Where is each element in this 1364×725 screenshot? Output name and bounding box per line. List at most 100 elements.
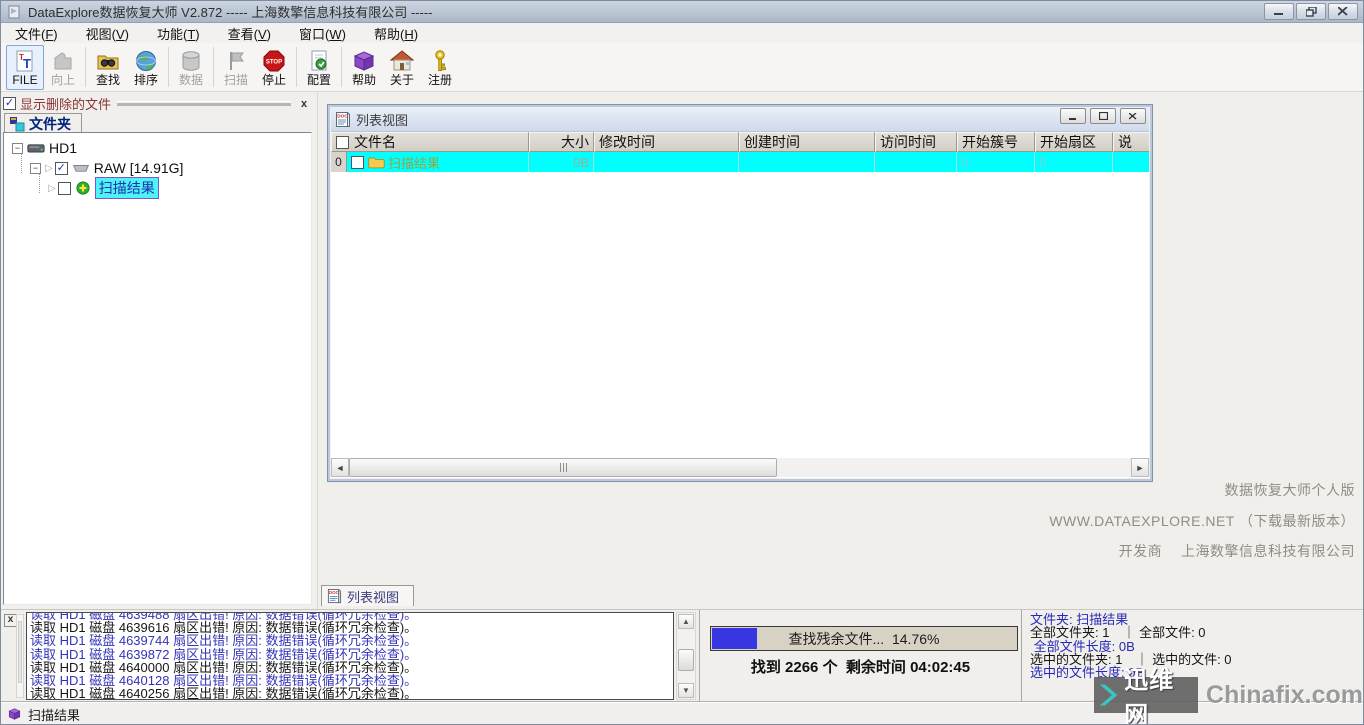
scan-flag-icon	[224, 49, 248, 73]
folders-tab-icon	[9, 116, 25, 132]
log-vertical-scrollbar[interactable]: ▲ ▼	[676, 612, 696, 700]
log-entry: 读取 HD1 磁盘 4640256 扇区出错! 原因: 数据错误(循环冗余检查)…	[27, 687, 673, 700]
log-entry: 读取 HD1 磁盘 4639744 扇区出错! 原因: 数据错误(循环冗余检查)…	[27, 634, 673, 647]
column-start-cluster[interactable]: 开始簇号	[957, 132, 1035, 152]
scrollbar-thumb[interactable]	[349, 458, 777, 477]
table-row[interactable]: 0 ✓ 扫描结果 0B 0 0	[331, 152, 1149, 172]
tree-item-raw[interactable]: − ▷ ✓ RAW [14.91G]	[30, 158, 183, 178]
about-button[interactable]: 关于	[383, 45, 421, 90]
column-created[interactable]: 创建时间	[739, 132, 875, 152]
column-filename[interactable]: ✓文件名	[331, 132, 529, 152]
menu-view[interactable]: 视图(V)	[76, 22, 143, 45]
row-note	[1113, 152, 1149, 172]
promo-developer: 开发商 上海数擎信息科技有限公司	[1119, 541, 1355, 561]
help-button[interactable]: 帮助	[345, 45, 383, 90]
row-size: 0B	[529, 152, 594, 172]
menu-window[interactable]: 窗口(W)	[289, 22, 360, 45]
window-title: DataExplore数据恢复大师 V2.872 ----- 上海数擎信息科技有…	[28, 2, 432, 21]
log-left-scrollbar[interactable]	[16, 614, 24, 698]
column-size[interactable]: 大小	[529, 132, 594, 152]
progress-bar: 查找残余文件... 14.76%	[710, 626, 1018, 651]
column-accessed[interactable]: 访问时间	[875, 132, 957, 152]
svg-text:DOC: DOC	[329, 590, 339, 595]
horizontal-scrollbar[interactable]: ◄ ►	[331, 458, 1149, 477]
toolbar-separator	[168, 47, 169, 87]
show-deleted-checkbox[interactable]: ✓	[3, 97, 16, 110]
collapse-icon[interactable]: −	[12, 143, 23, 154]
list-view-window: DOC 列表视图 ✓文件名 大小 修改时间 创建时间 访问时间 开始簇号 开始扇…	[327, 104, 1153, 482]
partition-icon	[72, 161, 90, 175]
search-icon	[96, 49, 120, 73]
file-button[interactable]: TT FILE	[6, 45, 44, 90]
svg-text:T: T	[23, 56, 31, 71]
book-icon	[7, 707, 22, 721]
child-close-button[interactable]	[1120, 108, 1146, 124]
mdi-area: DOC 列表视图 ✓文件名 大小 修改时间 创建时间 访问时间 开始簇号 开始扇…	[317, 92, 1364, 609]
select-all-checkbox[interactable]: ✓	[336, 136, 349, 149]
show-deleted-label: 显示删除的文件	[20, 94, 111, 113]
list-header-row: ✓文件名 大小 修改时间 创建时间 访问时间 开始簇号 开始扇区 说	[331, 132, 1149, 152]
column-start-sector[interactable]: 开始扇区	[1035, 132, 1113, 152]
scroll-left-icon[interactable]: ◄	[331, 458, 349, 477]
close-button[interactable]	[1328, 3, 1358, 20]
config-button[interactable]: 配置	[300, 45, 338, 90]
folder-panel: ✓ 显示删除的文件 x 文件夹 − HD1 − ▷ ✓ RAW [14.91G]	[1, 92, 315, 609]
column-modified[interactable]: 修改时间	[594, 132, 739, 152]
sort-button[interactable]: 排序	[127, 45, 165, 90]
titlebar: DataExplore数据恢复大师 V2.872 ----- 上海数擎信息科技有…	[1, 1, 1363, 23]
tab-list-view[interactable]: DOC 列表视图	[321, 585, 414, 606]
list-view-titlebar[interactable]: DOC 列表视图	[331, 108, 1149, 132]
menu-lookup[interactable]: 查看(V)	[218, 22, 285, 45]
scroll-down-icon[interactable]: ▼	[678, 683, 694, 698]
scroll-right-icon[interactable]: ►	[1131, 458, 1149, 477]
row-modified	[594, 152, 739, 172]
tab-folders[interactable]: 文件夹	[4, 113, 82, 133]
data-icon	[179, 49, 203, 73]
watermark-box: 迅维网	[1094, 677, 1198, 713]
minimize-button[interactable]	[1264, 3, 1294, 20]
harddisk-icon	[27, 141, 45, 155]
panel-close-icon[interactable]: x	[297, 97, 311, 111]
stat-line: 选中的文件夹: 1 ｜ 选中的文件: 0	[1030, 653, 1364, 666]
data-button: 数据	[172, 45, 210, 90]
menu-function[interactable]: 功能(T)	[147, 22, 214, 45]
scan-result-icon	[75, 181, 91, 195]
row-cluster: 0	[957, 152, 1035, 172]
search-button[interactable]: 查找	[89, 45, 127, 90]
config-icon	[307, 49, 331, 73]
restore-button[interactable]	[1296, 3, 1326, 20]
register-button[interactable]: 注册	[421, 45, 459, 90]
stat-line: 文件夹: 扫描结果	[1030, 613, 1364, 626]
row-checkbox[interactable]: ✓	[351, 156, 364, 169]
list-view-title: 列表视图	[356, 110, 408, 129]
tree-item-scan-result[interactable]: ▷ ✓ 扫描结果	[48, 178, 159, 198]
menubar: 文件(F) 视图(V) 功能(T) 查看(V) 窗口(W) 帮助(H)	[1, 23, 1363, 43]
log-list[interactable]: 读取 HD1 磁盘 4639488 扇区出错! 原因: 数据错误(循环冗余检查)…	[26, 612, 674, 700]
svg-text:DOC: DOC	[337, 113, 348, 118]
child-maximize-button[interactable]	[1090, 108, 1116, 124]
svg-text:STOP: STOP	[266, 59, 282, 65]
progress-status: 找到 2266 个 剩余时间 04:02:45	[700, 656, 1021, 677]
menu-file[interactable]: 文件(F)	[5, 22, 72, 45]
scan-checkbox[interactable]: ✓	[58, 182, 71, 195]
raw-checkbox[interactable]: ✓	[55, 162, 68, 175]
scroll-up-icon[interactable]: ▲	[678, 614, 694, 629]
progress-section: 查找残余文件... 14.76% 找到 2266 个 剩余时间 04:02:45	[699, 610, 1021, 702]
help-book-icon	[352, 49, 376, 73]
panel-grabber[interactable]	[117, 101, 291, 106]
chevron-right-icon: ▷	[48, 183, 56, 194]
statusbar-text: 扫描结果	[28, 705, 80, 724]
collapse-icon[interactable]: −	[30, 163, 41, 174]
stop-button[interactable]: STOP 停止	[255, 45, 293, 90]
menu-help[interactable]: 帮助(H)	[364, 22, 432, 45]
row-name: 扫描结果	[388, 153, 440, 172]
up-button: 向上	[44, 45, 82, 90]
column-note[interactable]: 说	[1113, 132, 1149, 152]
child-minimize-button[interactable]	[1060, 108, 1086, 124]
promo-edition: 数据恢复大师个人版	[1225, 480, 1356, 500]
folder-tree[interactable]: − HD1 − ▷ ✓ RAW [14.91G] ▷ ✓ 扫描结果	[3, 132, 312, 605]
tree-item-hd1[interactable]: − HD1	[12, 138, 77, 158]
register-key-icon	[428, 49, 452, 73]
promo-website: WWW.DATAEXPLORE.NET （下载最新版本）	[1049, 511, 1355, 531]
scrollbar-thumb[interactable]	[678, 649, 694, 671]
